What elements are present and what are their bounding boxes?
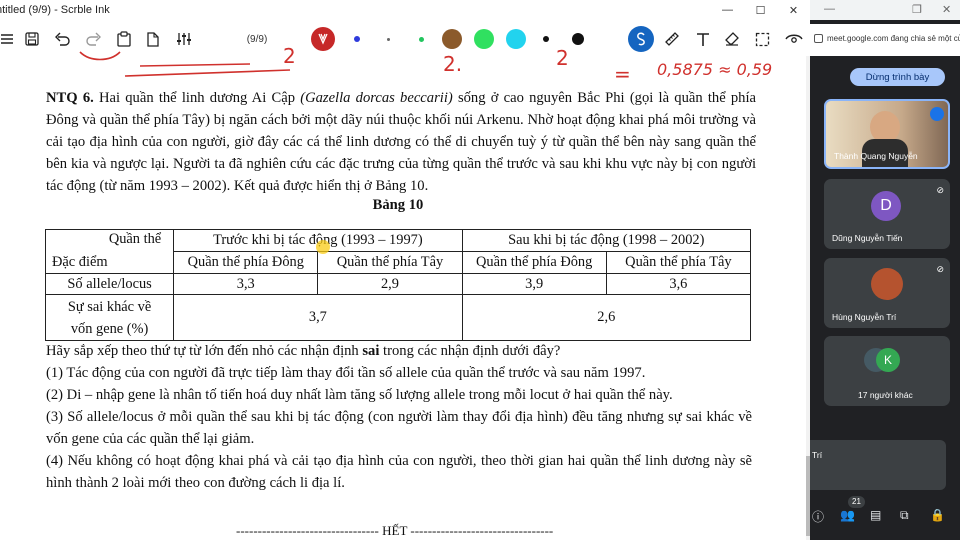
restore-button[interactable]: ❐: [912, 3, 922, 16]
stop-presenting-button[interactable]: Dừng trình bày: [850, 68, 945, 86]
participant-name: Thành Quang Nguyễn: [834, 151, 918, 161]
page-footer: --------------------------------- HẾT --…: [236, 523, 554, 538]
statement-1: (1) Tác động của con người đã trực tiếp …: [46, 365, 646, 381]
cursor-highlight-icon: [316, 240, 330, 254]
participant-tile[interactable]: D ⊘ Dũng Nguyễn Tiến: [824, 179, 950, 249]
info-icon[interactable]: ⓘ: [812, 508, 824, 525]
header-after: Sau khi bị tác động (1998 – 2002): [461, 229, 752, 252]
meet-controls: ⓘ 👥 21 ▤ ⧉ 🔒: [810, 496, 960, 536]
avatar: K: [876, 348, 900, 372]
table-row: Sự sai khác về vốn gene (%) 3,7 2,6: [44, 294, 752, 341]
table-corner-cell: Quần thể Đặc điểm: [44, 229, 175, 274]
header-west-after: Quần thể phía Tây: [605, 251, 752, 274]
question-paragraph: NTQ 6. Hai quần thể linh dương Ai Cập (G…: [46, 90, 756, 194]
statement-3: (3) Số allele/locus ở mỗi quần thể sau k…: [46, 409, 752, 447]
statement-4: (4) Nếu không có hoạt động khai phá và c…: [46, 453, 752, 491]
people-icon[interactable]: 👥: [840, 508, 855, 522]
close-button[interactable]: ✕: [942, 3, 951, 16]
mic-off-icon: ⊘: [936, 185, 944, 195]
question-prompt: Hãy sắp xếp theo thứ tự từ lớn đến nhỏ c…: [46, 343, 561, 359]
participant-count-badge: 21: [848, 496, 865, 508]
tab-share-icon: [814, 34, 823, 43]
speaking-indicator-icon: [930, 107, 944, 121]
avatar: D: [871, 191, 901, 221]
participant-tile[interactable]: ⊘ Hùng Nguyễn Trí: [824, 258, 950, 328]
question-heading: NTQ 6.: [46, 90, 94, 106]
meet-sidebar: — ❐ ✕ meet.google.com đang chia sẻ một c…: [810, 0, 960, 540]
header-east-before: Quần thể phía Đông: [173, 251, 319, 274]
participant-tile-others[interactable]: K 17 người khác: [824, 336, 950, 406]
minimize-button[interactable]: —: [711, 0, 744, 20]
data-table: Quần thể Đặc điểm Trước khi bị tác động …: [44, 229, 752, 341]
header-east-after: Quần thể phía Đông: [461, 251, 607, 274]
mic-off-icon: ⊘: [936, 264, 944, 274]
species-name: (Gazella dorcas beccarii): [300, 90, 453, 106]
meet-title-bar: — ❐ ✕: [810, 0, 960, 20]
table-title: Bảng 10: [372, 197, 424, 213]
self-tile[interactable]: Trí: [810, 440, 946, 490]
header-west-before: Quần thể phía Tây: [317, 251, 463, 274]
close-button[interactable]: ✕: [777, 0, 810, 20]
avatar: [871, 268, 903, 300]
statement-2: (2) Di – nhập gene là nhân tố tiến hoá d…: [46, 387, 673, 403]
minimize-button[interactable]: —: [824, 3, 835, 15]
table-row: Số allele/locus 3,3 2,9 3,9 3,6: [44, 273, 752, 295]
participant-name: Dũng Nguyễn Tiến: [832, 233, 903, 243]
meet-url-bar: meet.google.com đang chia sẻ một cửa: [810, 24, 960, 56]
row-label: Sự sai khác về vốn gene (%): [44, 294, 175, 341]
others-label: 17 người khác: [858, 390, 913, 400]
participant-name: Hùng Nguyễn Trí: [832, 312, 897, 322]
chat-icon[interactable]: ▤: [870, 508, 881, 522]
lock-icon[interactable]: 🔒: [930, 508, 945, 522]
activities-icon[interactable]: ⧉: [900, 508, 909, 523]
window-controls: — ☐ ✕: [711, 0, 810, 20]
participant-tile-video[interactable]: Thành Quang Nguyễn: [824, 99, 950, 169]
window-title: ntitled (9/9) - Scrble Ink: [0, 4, 110, 16]
self-name: Trí: [812, 450, 823, 460]
row-label: Số allele/locus: [44, 273, 175, 295]
title-bar: ntitled (9/9) - Scrble Ink — ☐ ✕: [0, 0, 810, 20]
maximize-button[interactable]: ☐: [744, 0, 777, 20]
scrble-ink-window: ntitled (9/9) - Scrble Ink — ☐ ✕ (9/9) 2…: [0, 0, 810, 540]
meet-url: meet.google.com đang chia sẻ một cửa: [827, 34, 960, 43]
document-page: NTQ 6. Hai quần thể linh dương Ai Cập (G…: [0, 60, 810, 540]
